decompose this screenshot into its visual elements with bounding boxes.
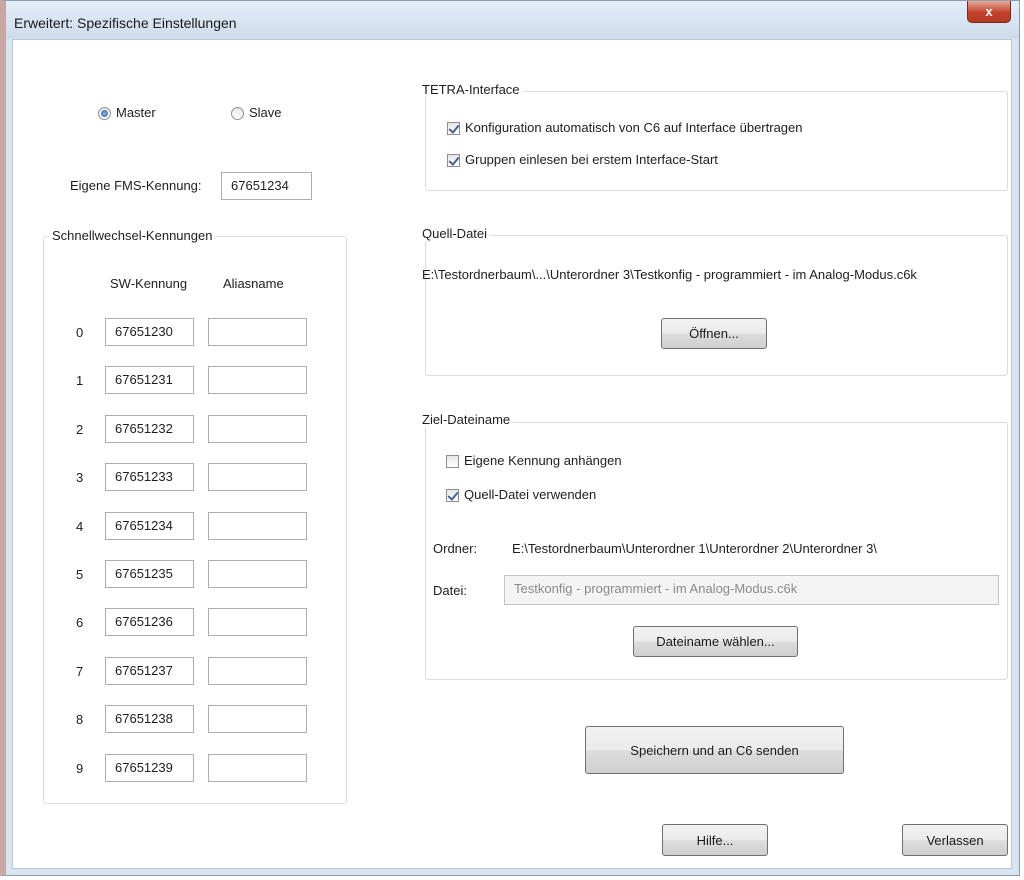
master-radio-label[interactable]: Master xyxy=(116,105,156,120)
alias-input[interactable] xyxy=(208,366,307,395)
save-and-send-button[interactable]: Speichern und an C6 senden xyxy=(585,726,844,774)
alias-input[interactable] xyxy=(208,656,307,685)
read-groups-checkbox[interactable] xyxy=(447,154,460,167)
alias-input[interactable] xyxy=(208,705,307,734)
auto-transfer-checkbox[interactable] xyxy=(447,122,460,135)
exit-button[interactable]: Verlassen xyxy=(902,824,1008,856)
tetra-interface-group-title: TETRA-Interface xyxy=(419,82,523,97)
alias-column-header: Aliasname xyxy=(223,276,284,291)
sw-row-index: 8 xyxy=(76,712,84,728)
dialog-window: Erweitert: Spezifische Einstellungen x M… xyxy=(0,0,1020,876)
fms-id-input[interactable]: 67651234 xyxy=(221,172,312,200)
sw-id-column-header: SW-Kennung xyxy=(110,276,188,291)
master-radio[interactable] xyxy=(98,107,111,120)
help-button[interactable]: Hilfe... xyxy=(662,824,768,856)
sw-id-input[interactable]: 67651238 xyxy=(105,705,194,734)
alias-input[interactable] xyxy=(208,463,307,492)
sw-id-input[interactable]: 67651237 xyxy=(105,656,194,685)
use-source-label[interactable]: Quell-Datei verwenden xyxy=(464,487,596,502)
alias-input[interactable] xyxy=(208,318,307,346)
append-id-checkbox[interactable] xyxy=(446,455,459,468)
schnellwechsel-group-title: Schnellwechsel-Kennungen xyxy=(49,228,216,243)
sw-row-index: 0 xyxy=(76,325,84,340)
alias-input[interactable] xyxy=(208,608,307,637)
alias-input[interactable] xyxy=(208,753,307,782)
sw-row-index: 7 xyxy=(76,663,84,679)
sw-row-index: 3 xyxy=(76,470,84,486)
sw-row-index: 9 xyxy=(76,760,84,776)
append-id-label[interactable]: Eigene Kennung anhängen xyxy=(464,453,622,468)
folder-label: Ordner: xyxy=(433,541,478,556)
file-label: Datei: xyxy=(433,583,467,598)
sw-id-input[interactable]: 67651235 xyxy=(105,560,194,588)
close-icon: x xyxy=(985,4,993,19)
source-file-group-title: Quell-Datei xyxy=(419,226,491,241)
tetra-interface-group xyxy=(425,91,1008,191)
slave-radio-label[interactable]: Slave xyxy=(249,105,282,120)
sw-id-input[interactable]: 67651232 xyxy=(105,414,194,443)
sw-row-index: 1 xyxy=(76,373,84,389)
source-file-path: E:\Testordnerbaum\...\Unterordner 3\Test… xyxy=(422,267,917,282)
sw-id-input[interactable]: 67651239 xyxy=(105,753,194,782)
alias-input[interactable] xyxy=(208,560,307,588)
alias-input[interactable] xyxy=(208,414,307,443)
sw-row-index: 2 xyxy=(76,421,84,437)
use-source-checkbox[interactable] xyxy=(446,489,459,502)
dialog-client-area: Master Slave Eigene FMS-Kennung: 6765123… xyxy=(12,39,1012,869)
sw-row-index: 4 xyxy=(76,518,84,534)
sw-id-input[interactable]: 67651231 xyxy=(105,366,194,395)
window-title: Erweitert: Spezifische Einstellungen xyxy=(14,15,237,31)
sw-id-input[interactable]: 67651233 xyxy=(105,463,194,492)
sw-id-input[interactable]: 67651236 xyxy=(105,608,194,637)
sw-id-input[interactable]: 67651234 xyxy=(105,511,194,540)
open-file-button[interactable]: Öffnen... xyxy=(661,318,767,349)
close-button[interactable]: x xyxy=(967,1,1011,23)
fms-id-label: Eigene FMS-Kennung: xyxy=(70,178,202,193)
sw-row-index: 6 xyxy=(76,615,84,631)
target-filename-group-title: Ziel-Dateiname xyxy=(419,412,514,427)
auto-transfer-label[interactable]: Konfiguration automatisch von C6 auf Int… xyxy=(465,120,803,135)
folder-value: E:\Testordnerbaum\Unterordner 1\Unterord… xyxy=(512,541,877,556)
choose-filename-button[interactable]: Dateiname wählen... xyxy=(633,626,798,657)
read-groups-label[interactable]: Gruppen einlesen bei erstem Interface-St… xyxy=(465,152,718,167)
sw-row-index: 5 xyxy=(76,567,84,582)
title-bar[interactable]: Erweitert: Spezifische Einstellungen x xyxy=(6,1,1019,39)
slave-radio[interactable] xyxy=(231,107,244,120)
file-name-input: Testkonfig - programmiert - im Analog-Mo… xyxy=(504,575,999,605)
alias-input[interactable] xyxy=(208,511,307,540)
sw-id-input[interactable]: 67651230 xyxy=(105,318,194,346)
source-file-group xyxy=(425,235,1008,376)
